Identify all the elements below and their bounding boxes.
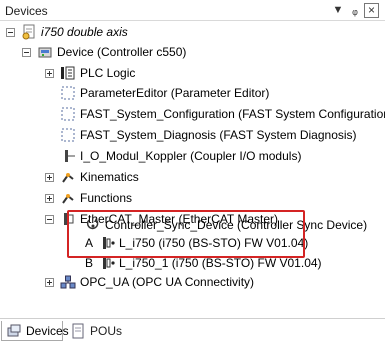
plc-logic-icon: [60, 65, 76, 81]
device-tree: i750 double axis Device (Controller c550…: [0, 21, 385, 318]
tree-item-label: I_O_Modul_Koppler (Coupler I/O moduls): [80, 149, 302, 163]
dropdown-arrow-icon[interactable]: ▼: [330, 2, 346, 18]
tree-item-opc-ua[interactable]: OPC_UA (OPC UA Connectivity): [45, 273, 254, 291]
tree-item-fast-config[interactable]: FAST_System_Configuration (FAST System C…: [45, 105, 385, 123]
tab-label: Devices: [26, 323, 69, 338]
tree-item-label: Kinematics: [80, 170, 139, 184]
expand-icon[interactable]: [45, 193, 54, 203]
io-module-icon: [60, 148, 76, 164]
panel-title: Devices: [5, 4, 48, 18]
tab-label: POUs: [90, 324, 123, 338]
pou-icon: [70, 323, 86, 339]
pin-icon[interactable]: ᵩ: [347, 2, 363, 18]
tree-item-label: Device (Controller c550): [57, 45, 187, 59]
tree-item-device[interactable]: Device (Controller c550): [22, 43, 186, 61]
dashed-box-icon: [60, 106, 76, 122]
tree-item-plc-logic[interactable]: PLC Logic: [45, 64, 135, 82]
collapse-icon[interactable]: [6, 27, 15, 37]
expand-icon[interactable]: [45, 172, 54, 182]
tree-item-label: FAST_System_Diagnosis (FAST System Diagn…: [80, 128, 357, 142]
tree-item-kinematics[interactable]: Kinematics: [45, 168, 139, 186]
highlight-box: [67, 210, 305, 258]
marker-b: B: [85, 256, 94, 270]
tree-item-parameter-editor[interactable]: ParameterEditor (Parameter Editor): [45, 84, 269, 102]
tree-item-label: L_i750_1 (i750 (BS-STO) FW V01.04): [119, 256, 322, 270]
tab-devices[interactable]: Devices: [1, 321, 69, 341]
tree-item-label: Functions: [80, 191, 133, 205]
project-icon: [21, 24, 37, 40]
panel-titlebar: Devices ▼ ᵩ ×: [0, 0, 385, 21]
tree-item-label: FAST_System_Configuration (FAST System C…: [80, 107, 385, 121]
functions-icon: [60, 190, 76, 206]
tree-item-project[interactable]: i750 double axis: [6, 23, 128, 41]
tree-item-label: PLC Logic: [80, 66, 136, 80]
bottom-tab-bar: Devices POUs: [0, 318, 385, 343]
tree-item-label: ParameterEditor (Parameter Editor): [80, 86, 270, 100]
tree-item-fast-diagnosis[interactable]: FAST_System_Diagnosis (FAST System Diagn…: [45, 126, 357, 144]
expand-icon[interactable]: [45, 68, 54, 78]
tree-item-functions[interactable]: Functions: [45, 189, 132, 207]
dashed-box-icon: [60, 127, 76, 143]
dashed-box-icon: [60, 85, 76, 101]
collapse-icon[interactable]: [45, 214, 54, 224]
tree-item-label: i750 double axis: [41, 25, 128, 39]
kinematics-icon: [60, 169, 76, 185]
tree-item-label: OPC_UA (OPC UA Connectivity): [80, 275, 255, 289]
opc-ua-icon: [60, 274, 76, 290]
collapse-icon[interactable]: [22, 47, 31, 57]
controller-icon: [37, 44, 53, 60]
tab-pous[interactable]: POUs: [66, 321, 122, 341]
devices-icon: [6, 323, 22, 339]
tree-item-io-module[interactable]: I_O_Modul_Koppler (Coupler I/O moduls): [45, 147, 301, 165]
close-icon[interactable]: ×: [364, 3, 379, 18]
expand-icon[interactable]: [45, 277, 54, 287]
